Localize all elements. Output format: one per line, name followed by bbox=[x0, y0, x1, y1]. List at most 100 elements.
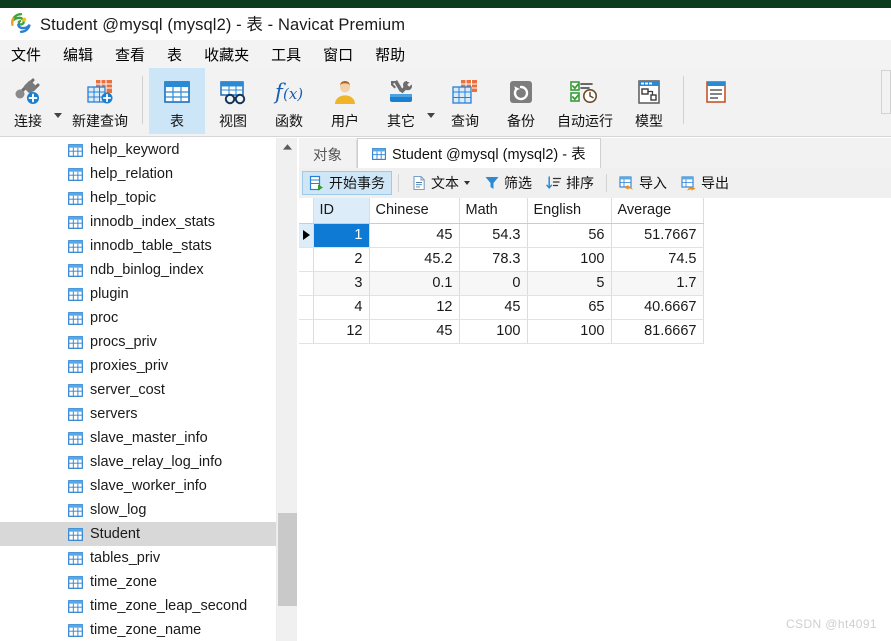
sidebar-scrollbar[interactable] bbox=[276, 138, 297, 641]
column-header-id[interactable]: ID bbox=[313, 198, 370, 224]
ribbon-button-backup[interactable]: 备份 bbox=[493, 68, 549, 134]
tree-item-slave_relay_log_info[interactable]: slave_relay_log_info bbox=[0, 450, 276, 474]
cell-math[interactable]: 78.3 bbox=[459, 247, 528, 272]
tree-item-ndb_binlog_index[interactable]: ndb_binlog_index bbox=[0, 258, 276, 282]
tree-item-plugin[interactable]: plugin bbox=[0, 282, 276, 306]
begin-transaction-button[interactable]: 开始事务 bbox=[302, 171, 392, 195]
import-button[interactable]: 导入 bbox=[613, 171, 673, 195]
tab-objects[interactable]: 对象 bbox=[299, 140, 357, 168]
title-bar: Student @mysql (mysql2) - 表 - Navicat Pr… bbox=[0, 8, 891, 38]
cell-average[interactable]: 40.6667 bbox=[611, 295, 704, 320]
chevron-down-icon[interactable] bbox=[464, 181, 470, 185]
database-object-tree[interactable]: help_keyword help_relation help_topic in… bbox=[0, 138, 276, 641]
cell-english[interactable]: 5 bbox=[527, 271, 612, 296]
tree-item-label: slow_log bbox=[90, 502, 147, 518]
ribbon-button-view[interactable]: 视图 bbox=[205, 68, 261, 134]
tree-item-proc[interactable]: proc bbox=[0, 306, 276, 330]
cell-id[interactable]: 3 bbox=[313, 271, 370, 296]
column-header-math[interactable]: Math bbox=[459, 198, 528, 224]
ribbon-button-other[interactable]: 其它 bbox=[373, 68, 429, 134]
cell-average[interactable]: 74.5 bbox=[611, 247, 704, 272]
cell-chinese[interactable]: 45 bbox=[369, 223, 460, 248]
ribbon-button-model[interactable]: 模型 bbox=[621, 68, 677, 134]
ribbon-button-connection[interactable]: 连接 bbox=[0, 68, 56, 134]
filter-button[interactable]: 筛选 bbox=[478, 171, 538, 195]
cell-chinese[interactable]: 12 bbox=[369, 295, 460, 320]
scrollbar-thumb[interactable] bbox=[278, 513, 297, 606]
cell-id[interactable]: 1 bbox=[313, 223, 370, 248]
cell-average[interactable]: 51.7667 bbox=[611, 223, 704, 248]
cell-chinese[interactable]: 45 bbox=[369, 319, 460, 344]
tree-item-label: time_zone bbox=[90, 574, 157, 590]
text-view-label: 文本 bbox=[431, 175, 459, 191]
cell-math[interactable]: 54.3 bbox=[459, 223, 528, 248]
tree-item-slave_worker_info[interactable]: slave_worker_info bbox=[0, 474, 276, 498]
table-row[interactable]: 12 45 100 100 81.6667 bbox=[299, 319, 704, 344]
tree-item-Student[interactable]: Student bbox=[0, 522, 276, 546]
menu-view[interactable]: 查看 bbox=[104, 42, 156, 67]
cell-average[interactable]: 81.6667 bbox=[611, 319, 704, 344]
tree-item-time_zone[interactable]: time_zone bbox=[0, 570, 276, 594]
tree-item-help_keyword[interactable]: help_keyword bbox=[0, 138, 276, 162]
cell-math[interactable]: 45 bbox=[459, 295, 528, 320]
table-row[interactable]: 3 0.1 0 5 1.7 bbox=[299, 271, 704, 296]
tree-item-time_zone_name[interactable]: time_zone_name bbox=[0, 618, 276, 641]
cell-id[interactable]: 2 bbox=[313, 247, 370, 272]
ribbon-button-automation[interactable]: 自动运行 bbox=[549, 68, 621, 134]
export-label: 导出 bbox=[701, 175, 729, 191]
tree-item-innodb_index_stats[interactable]: innodb_index_stats bbox=[0, 210, 276, 234]
table-row[interactable]: 1 45 54.3 56 51.7667 bbox=[299, 223, 704, 248]
ribbon-button-new-query[interactable]: 新建查询 bbox=[64, 68, 136, 134]
cell-english[interactable]: 56 bbox=[527, 223, 612, 248]
ribbon-button-user[interactable]: 用户 bbox=[317, 68, 373, 134]
menu-window[interactable]: 窗口 bbox=[312, 42, 364, 67]
tree-item-help_topic[interactable]: help_topic bbox=[0, 186, 276, 210]
menu-table[interactable]: 表 bbox=[156, 42, 193, 67]
tree-item-proxies_priv[interactable]: proxies_priv bbox=[0, 354, 276, 378]
tree-item-tables_priv[interactable]: tables_priv bbox=[0, 546, 276, 570]
tree-item-slow_log[interactable]: slow_log bbox=[0, 498, 276, 522]
ribbon-button-table[interactable]: 表 bbox=[149, 68, 205, 134]
table-header-row: ID Chinese Math English Average bbox=[299, 198, 704, 224]
menu-tools[interactable]: 工具 bbox=[260, 42, 312, 67]
menu-file[interactable]: 文件 bbox=[0, 42, 52, 67]
ribbon-button-function[interactable]: f (x) 函数 bbox=[261, 68, 317, 134]
row-indicator bbox=[299, 295, 314, 320]
tree-item-server_cost[interactable]: server_cost bbox=[0, 378, 276, 402]
cell-id[interactable]: 12 bbox=[313, 319, 370, 344]
data-grid[interactable]: ID Chinese Math English Average 1 45 54.… bbox=[299, 198, 891, 498]
cell-chinese[interactable]: 0.1 bbox=[369, 271, 460, 296]
cell-math[interactable]: 0 bbox=[459, 271, 528, 296]
tree-item-slave_master_info[interactable]: slave_master_info bbox=[0, 426, 276, 450]
tree-item-label: server_cost bbox=[90, 382, 165, 398]
menu-edit[interactable]: 编辑 bbox=[52, 42, 104, 67]
sort-button[interactable]: 排序 bbox=[540, 171, 600, 195]
tree-item-time_zone_leap_second[interactable]: time_zone_leap_second bbox=[0, 594, 276, 618]
right-edge-scrollbar[interactable] bbox=[881, 70, 891, 114]
tab-student-table[interactable]: Student @mysql (mysql2) - 表 bbox=[357, 138, 601, 168]
column-header-average[interactable]: Average bbox=[611, 198, 704, 224]
export-button[interactable]: 导出 bbox=[675, 171, 735, 195]
scroll-up-arrow-icon[interactable] bbox=[277, 138, 298, 156]
tree-item-help_relation[interactable]: help_relation bbox=[0, 162, 276, 186]
tree-item-procs_priv[interactable]: procs_priv bbox=[0, 330, 276, 354]
ribbon-button-overflow[interactable] bbox=[690, 68, 746, 134]
tree-item-innodb_table_stats[interactable]: innodb_table_stats bbox=[0, 234, 276, 258]
menu-help[interactable]: 帮助 bbox=[364, 42, 416, 67]
text-view-button[interactable]: 文本 bbox=[405, 171, 476, 195]
table-row[interactable]: 2 45.2 78.3 100 74.5 bbox=[299, 247, 704, 272]
table-row[interactable]: 4 12 45 65 40.6667 bbox=[299, 295, 704, 320]
cell-english[interactable]: 65 bbox=[527, 295, 612, 320]
cell-chinese[interactable]: 45.2 bbox=[369, 247, 460, 272]
row-indicator bbox=[299, 271, 314, 296]
cell-english[interactable]: 100 bbox=[527, 247, 612, 272]
cell-math[interactable]: 100 bbox=[459, 319, 528, 344]
column-header-english[interactable]: English bbox=[527, 198, 612, 224]
cell-english[interactable]: 100 bbox=[527, 319, 612, 344]
ribbon-button-query[interactable]: 查询 bbox=[437, 68, 493, 134]
tree-item-servers[interactable]: servers bbox=[0, 402, 276, 426]
column-header-chinese[interactable]: Chinese bbox=[369, 198, 460, 224]
cell-id[interactable]: 4 bbox=[313, 295, 370, 320]
menu-favorites[interactable]: 收藏夹 bbox=[193, 42, 260, 67]
cell-average[interactable]: 1.7 bbox=[611, 271, 704, 296]
